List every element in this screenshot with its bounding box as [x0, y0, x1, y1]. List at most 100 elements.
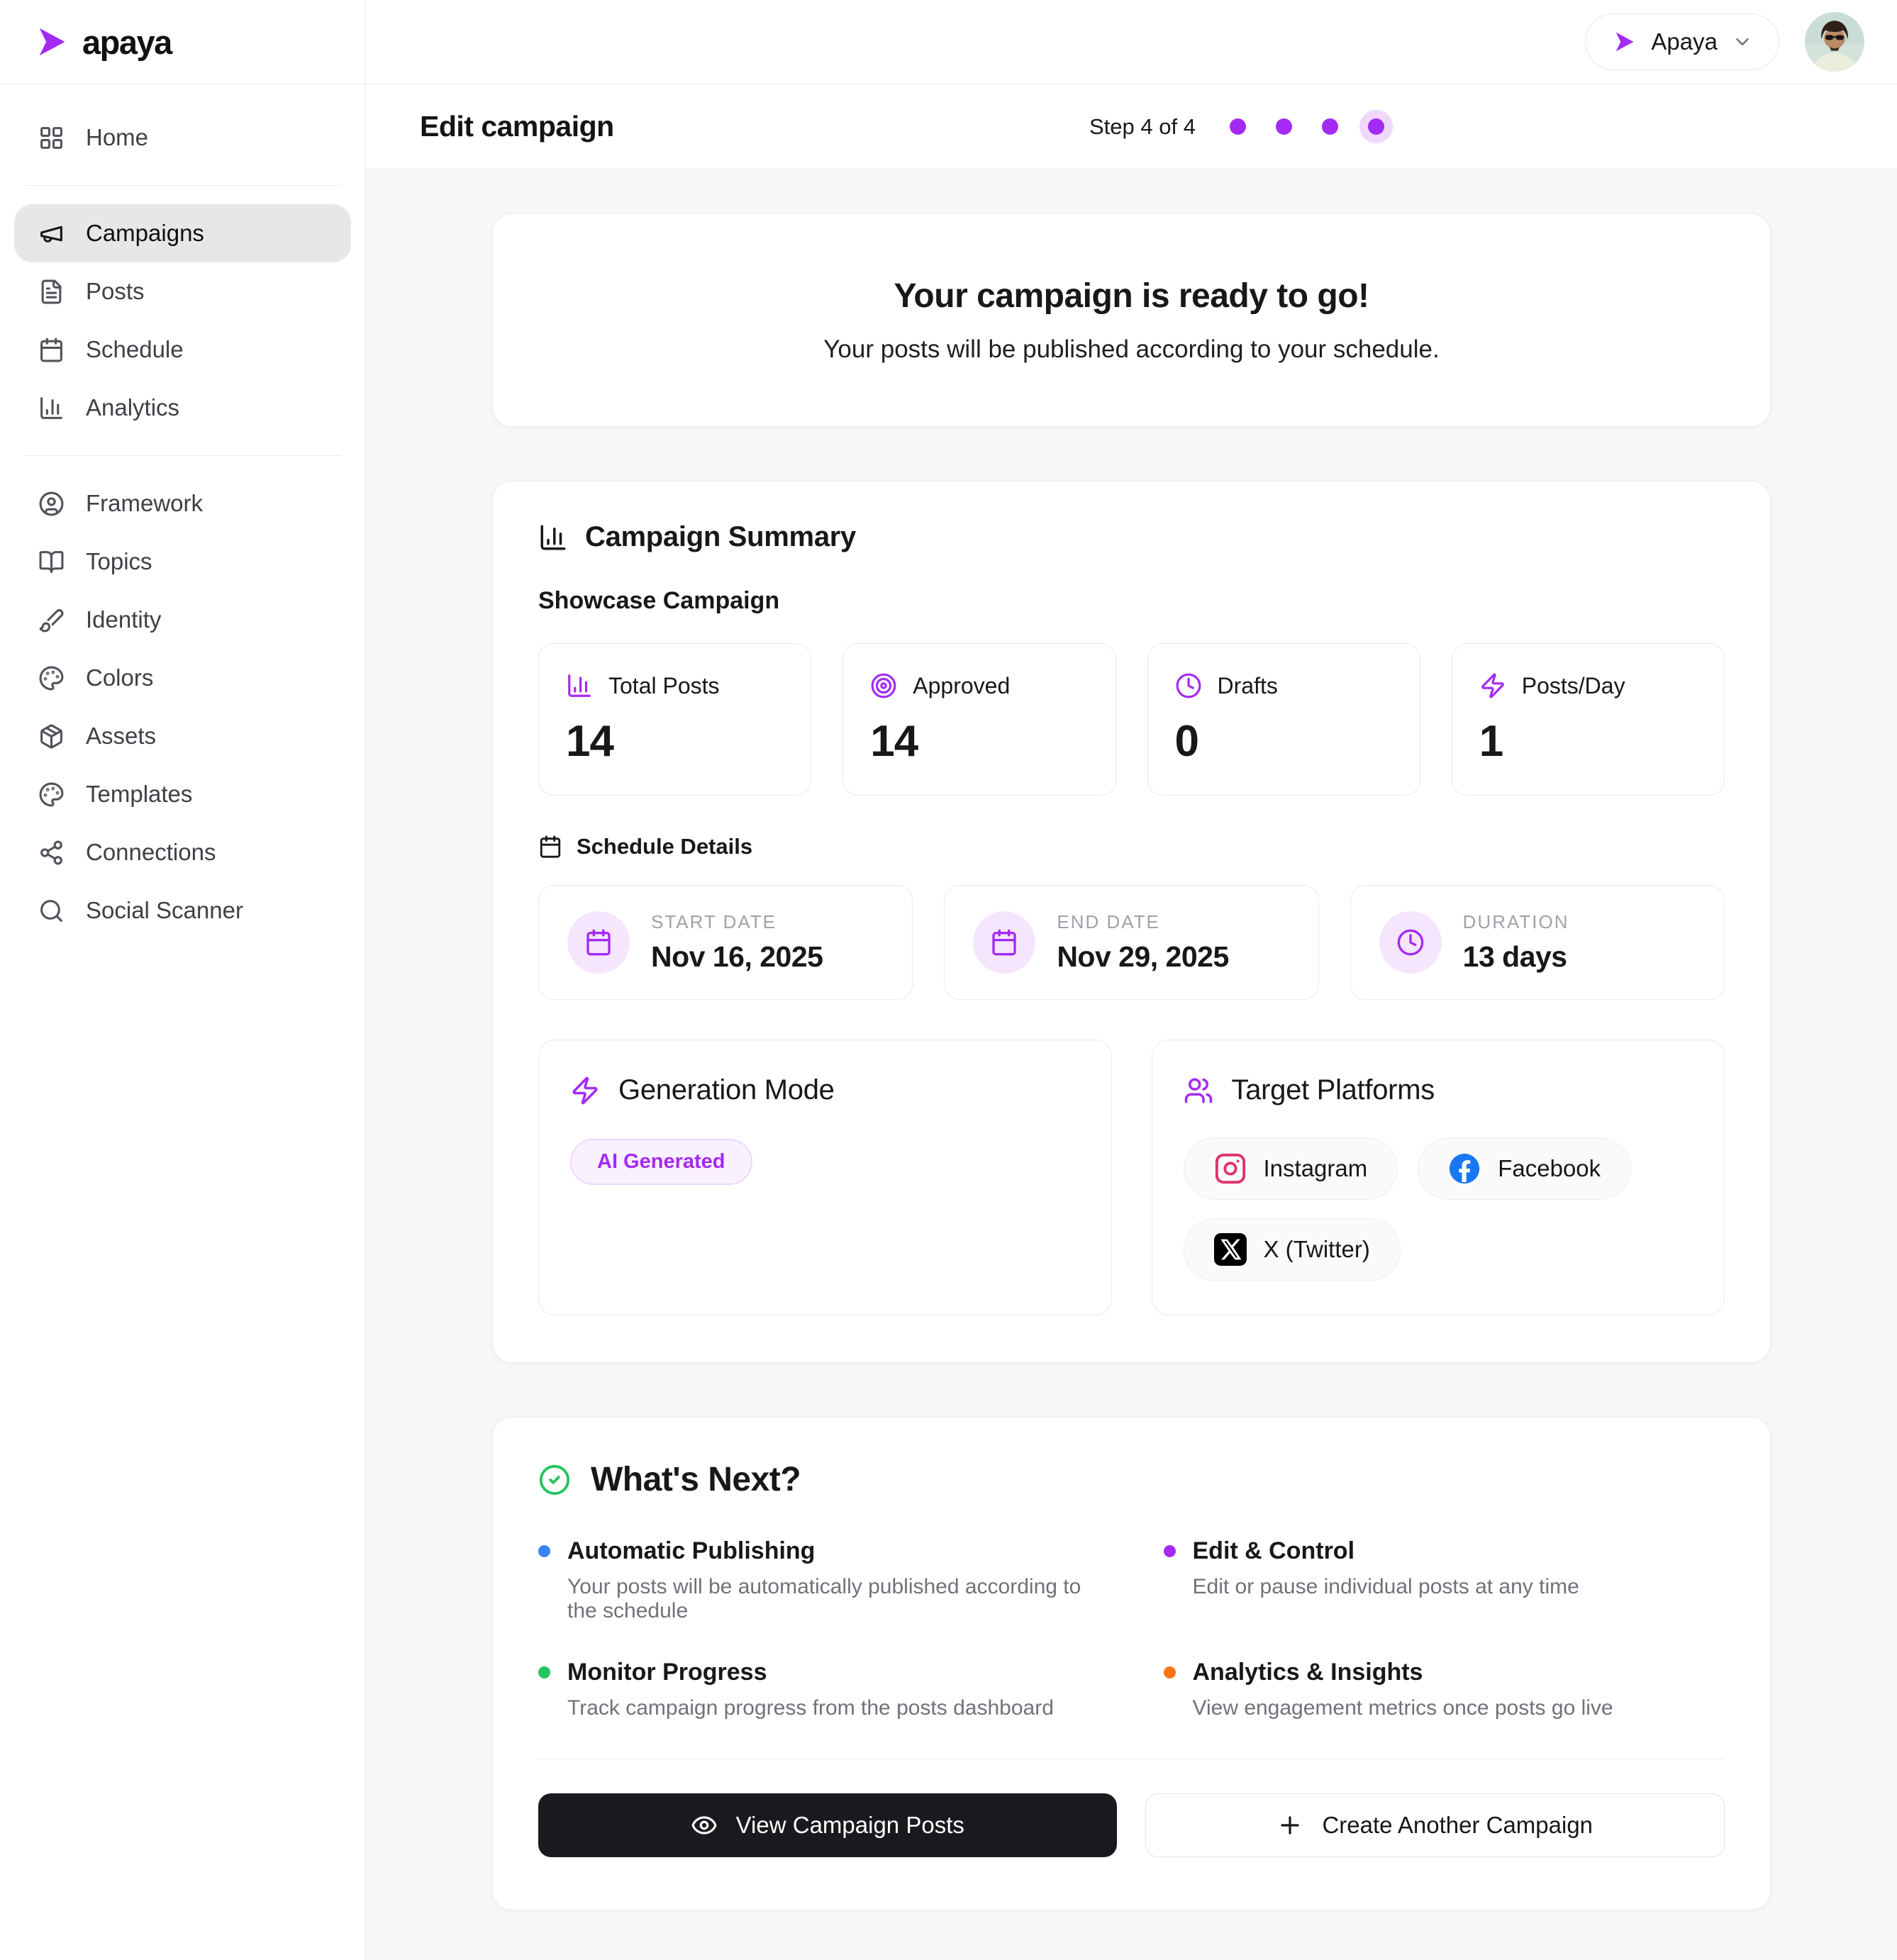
sidebar-item-topics[interactable]: Topics [14, 533, 351, 591]
step-dot-1 [1230, 118, 1246, 135]
sidebar-item-label: Topics [86, 548, 152, 575]
campaign-name: Showcase Campaign [538, 587, 1725, 615]
whats-next-title: What's Next? [591, 1460, 801, 1499]
sidebar-item-templates[interactable]: Templates [14, 765, 351, 823]
workspace-name: Apaya [1651, 28, 1718, 55]
plus-icon [1276, 1812, 1303, 1839]
target-platforms-title: Target Platforms [1232, 1074, 1435, 1106]
sidebar-item-label: Home [86, 124, 148, 151]
schedule-details-header: Schedule Details [538, 834, 1725, 859]
bullet-dot [538, 1666, 550, 1678]
sidebar-item-label: Analytics [86, 394, 179, 421]
sidebar-item-label: Schedule [86, 336, 184, 363]
sidebar-item-analytics[interactable]: Analytics [14, 379, 351, 437]
sidebar-item-label: Colors [86, 664, 153, 691]
whats-next-card: What's Next? Automatic Publishing Your p… [492, 1417, 1771, 1910]
platform-pill-row: Instagram Facebook [1184, 1137, 1693, 1200]
sidebar-item-framework[interactable]: Framework [14, 474, 351, 533]
calendar-icon [538, 835, 562, 859]
step-dot-2 [1276, 118, 1292, 135]
calendar-icon [567, 911, 630, 974]
end-date-value: Nov 29, 2025 [1057, 940, 1228, 974]
duration-card: DURATION 13 days [1350, 885, 1725, 1000]
next-item-desc: Your posts will be automatically publish… [538, 1575, 1100, 1623]
next-item-analytics-insights: Analytics & Insights View engagement met… [1164, 1659, 1725, 1720]
megaphone-icon [38, 221, 65, 247]
bar-chart-icon [566, 672, 593, 699]
book-open-icon [38, 549, 65, 575]
palette-icon [38, 665, 65, 691]
facebook-icon [1448, 1152, 1481, 1185]
schedule-grid: START DATE Nov 16, 2025 END DATE Nov 29,… [538, 885, 1725, 1000]
generation-mode-title: Generation Mode [618, 1074, 835, 1106]
bullet-dot [1164, 1545, 1176, 1557]
step-text: Step 4 of 4 [1089, 114, 1196, 140]
bar-chart-icon [38, 395, 65, 421]
workspace-switcher-button[interactable]: Apaya [1585, 13, 1779, 70]
stat-total-posts: Total Posts 14 [538, 643, 811, 796]
end-date-label: END DATE [1057, 911, 1228, 933]
sidebar-item-campaigns[interactable]: Campaigns [14, 204, 351, 262]
page-title: Edit campaign [420, 110, 614, 143]
grid-icon [38, 125, 65, 151]
users-icon [1184, 1076, 1213, 1106]
duration-value: 13 days [1463, 940, 1569, 974]
schedule-details-title: Schedule Details [577, 834, 752, 859]
app-window: apaya Home Campaigns Posts Schedule [0, 0, 1897, 1960]
sidebar-item-social-scanner[interactable]: Social Scanner [14, 881, 351, 940]
eye-icon [691, 1812, 718, 1839]
platform-label: Facebook [1498, 1155, 1601, 1182]
next-item-automatic-publishing: Automatic Publishing Your posts will be … [538, 1537, 1100, 1623]
instagram-icon [1214, 1152, 1247, 1185]
next-item-desc: Edit or pause individual posts at any ti… [1164, 1575, 1725, 1599]
sidebar-item-label: Templates [86, 781, 192, 808]
platform-pill-facebook: Facebook [1418, 1137, 1631, 1200]
duration-label: DURATION [1463, 911, 1569, 933]
stat-value: 0 [1175, 716, 1393, 767]
campaign-summary-card: Campaign Summary Showcase Campaign Total… [492, 481, 1771, 1363]
sidebar-item-label: Posts [86, 278, 145, 305]
next-item-monitor-progress: Monitor Progress Track campaign progress… [538, 1659, 1100, 1720]
stat-label: Drafts [1218, 673, 1278, 699]
sidebar-item-schedule[interactable]: Schedule [14, 321, 351, 379]
target-icon [870, 672, 897, 699]
platform-label: X (Twitter) [1264, 1236, 1370, 1263]
sidebar-nav: Home Campaigns Posts Schedule Analytics [0, 84, 365, 964]
sidebar-divider [24, 185, 341, 186]
ai-generated-badge: AI Generated [570, 1139, 752, 1185]
end-date-card: END DATE Nov 29, 2025 [944, 885, 1318, 1000]
sidebar-item-identity[interactable]: Identity [14, 591, 351, 649]
sidebar-divider [24, 455, 341, 456]
sidebar-item-assets[interactable]: Assets [14, 707, 351, 765]
next-steps-grid: Automatic Publishing Your posts will be … [538, 1537, 1725, 1720]
platform-label: Instagram [1264, 1155, 1368, 1182]
create-another-campaign-button[interactable]: Create Another Campaign [1145, 1793, 1725, 1857]
sidebar-item-label: Framework [86, 490, 203, 517]
step-indicator: Step 4 of 4 [1089, 114, 1384, 140]
stat-posts-per-day: Posts/Day 1 [1452, 643, 1725, 796]
platform-pill-instagram: Instagram [1184, 1137, 1398, 1200]
generation-mode-box: Generation Mode AI Generated [538, 1040, 1112, 1315]
stat-drafts: Drafts 0 [1147, 643, 1420, 796]
clock-icon [1379, 911, 1442, 974]
avatar-image [1805, 12, 1864, 72]
view-campaign-posts-button[interactable]: View Campaign Posts [538, 1793, 1117, 1857]
start-date-label: START DATE [651, 911, 823, 933]
package-icon [38, 723, 65, 750]
brand-logo[interactable]: apaya [0, 0, 365, 84]
apaya-logo-icon [1611, 29, 1637, 55]
mode-platforms-row: Generation Mode AI Generated Target Plat… [538, 1040, 1725, 1315]
topbar: Apaya [366, 0, 1897, 84]
chevron-down-icon [1732, 31, 1753, 52]
success-subtitle: Your posts will be published according t… [535, 335, 1728, 364]
next-item-edit-control: Edit & Control Edit or pause individual … [1164, 1537, 1725, 1623]
sidebar-item-colors[interactable]: Colors [14, 649, 351, 707]
user-avatar[interactable] [1805, 12, 1864, 72]
sidebar-item-home[interactable]: Home [14, 108, 351, 167]
platform-pill-x-twitter: X (Twitter) [1184, 1218, 1401, 1281]
sidebar-item-posts[interactable]: Posts [14, 262, 351, 321]
step-dot-3 [1322, 118, 1338, 135]
bullet-dot [538, 1545, 550, 1557]
sidebar-item-connections[interactable]: Connections [14, 823, 351, 881]
step-dot-4-current [1368, 118, 1384, 135]
